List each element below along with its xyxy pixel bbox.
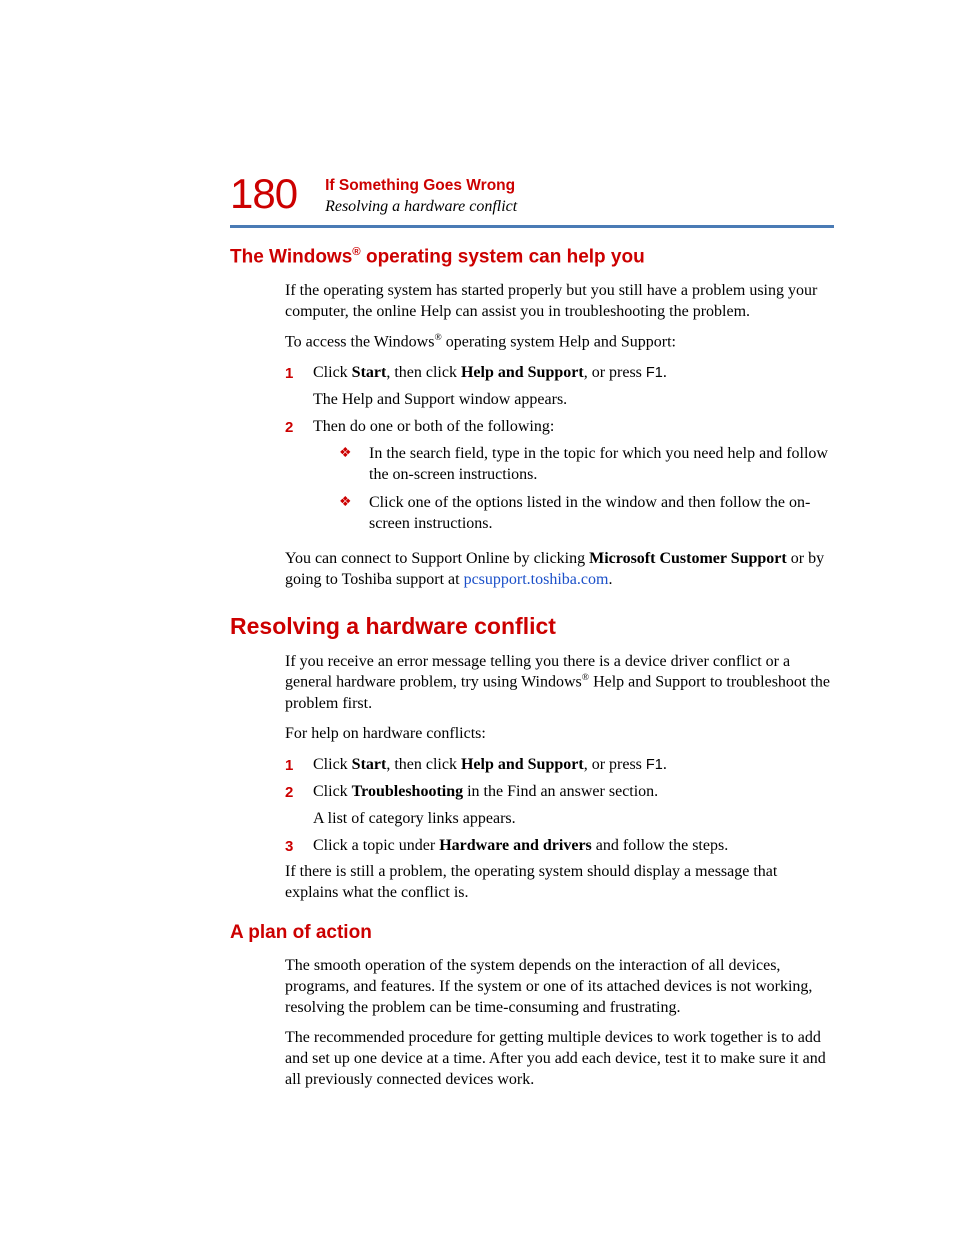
step-body: Click Troubleshooting in the Find an ans…: [313, 782, 834, 830]
bold-text: Troubleshooting: [352, 783, 463, 800]
chapter-title: If Something Goes Wrong: [325, 177, 517, 196]
numbered-list: 1 Click Start, then click Help and Suppo…: [285, 755, 834, 856]
bullet-list: ❖ In the search field, type in the topic…: [339, 444, 834, 535]
header-rule: [230, 225, 834, 228]
heading-windows-help: The Windows® operating system can help y…: [230, 246, 834, 268]
list-item: 2 Then do one or both of the following: …: [285, 417, 834, 543]
bold-text: Help and Support: [461, 756, 584, 773]
text: and follow the steps.: [592, 837, 728, 854]
paragraph: The recommended procedure for getting mu…: [285, 1028, 834, 1090]
bold-text: Start: [352, 364, 387, 381]
section-2-body: If you receive an error message telling …: [285, 652, 834, 904]
key-label: F1: [646, 757, 663, 773]
text: To access the Windows: [285, 334, 434, 351]
text: Click: [313, 783, 352, 800]
step-result: The Help and Support window appears.: [313, 390, 834, 411]
paragraph: For help on hardware conflicts:: [285, 724, 834, 745]
registered-mark: ®: [352, 246, 360, 258]
text: Click a topic under: [313, 837, 439, 854]
text: , or press: [584, 756, 646, 773]
step-number: 2: [285, 417, 313, 543]
header-section-title: Resolving a hardware conflict: [325, 197, 517, 218]
step-number: 1: [285, 755, 313, 776]
paragraph: You can connect to Support Online by cli…: [285, 549, 834, 591]
list-item: 1 Click Start, then click Help and Suppo…: [285, 755, 834, 776]
bold-text: Help and Support: [461, 364, 584, 381]
step-body: Then do one or both of the following: ❖ …: [313, 417, 834, 543]
step-number: 2: [285, 782, 313, 830]
heading-plan-of-action: A plan of action: [230, 922, 834, 944]
page-number: 180: [230, 173, 297, 215]
paragraph: To access the Windows® operating system …: [285, 332, 834, 353]
bullet-text: Click one of the options listed in the w…: [369, 493, 834, 535]
list-item: ❖ In the search field, type in the topic…: [339, 444, 834, 486]
text: .: [663, 756, 667, 773]
heading-resolving-conflict: Resolving a hardware conflict: [230, 613, 834, 640]
section-1-body: If the operating system has started prop…: [285, 281, 834, 591]
text: .: [608, 571, 612, 588]
document-page: 180 If Something Goes Wrong Resolving a …: [0, 0, 954, 1201]
heading-text-pre: The Windows: [230, 247, 352, 268]
step-result: A list of category links appears.: [313, 809, 834, 830]
step-number: 1: [285, 363, 313, 411]
list-item: 3 Click a topic under Hardware and drive…: [285, 836, 834, 857]
text: in the Find an answer section.: [463, 783, 658, 800]
text: Click: [313, 756, 352, 773]
step-body: Click Start, then click Help and Support…: [313, 363, 834, 411]
text: .: [663, 364, 667, 381]
bold-text: Start: [352, 756, 387, 773]
diamond-bullet-icon: ❖: [339, 444, 369, 486]
registered-mark: ®: [582, 672, 589, 683]
text: , then click: [386, 364, 461, 381]
step-number: 3: [285, 836, 313, 857]
registered-mark: ®: [434, 332, 441, 343]
numbered-list: 1 Click Start, then click Help and Suppo…: [285, 363, 834, 543]
bold-text: Microsoft Customer Support: [589, 550, 787, 567]
paragraph: If the operating system has started prop…: [285, 281, 834, 323]
bullet-text: In the search field, type in the topic f…: [369, 444, 834, 486]
key-label: F1: [646, 365, 663, 381]
section-3-body: The smooth operation of the system depen…: [285, 956, 834, 1091]
step-body: Click Start, then click Help and Support…: [313, 755, 834, 776]
text: operating system Help and Support:: [442, 334, 676, 351]
list-item: 2 Click Troubleshooting in the Find an a…: [285, 782, 834, 830]
list-item: ❖ Click one of the options listed in the…: [339, 493, 834, 535]
text: Then do one or both of the following:: [313, 418, 554, 435]
text: , or press: [584, 364, 646, 381]
text: You can connect to Support Online by cli…: [285, 550, 589, 567]
diamond-bullet-icon: ❖: [339, 493, 369, 535]
text: Click: [313, 364, 352, 381]
heading-text-post: operating system can help you: [361, 247, 645, 268]
text: , then click: [386, 756, 461, 773]
paragraph: The smooth operation of the system depen…: [285, 956, 834, 1018]
list-item: 1 Click Start, then click Help and Suppo…: [285, 363, 834, 411]
step-body: Click a topic under Hardware and drivers…: [313, 836, 834, 857]
page-header: 180 If Something Goes Wrong Resolving a …: [230, 175, 834, 217]
paragraph: If there is still a problem, the operati…: [285, 862, 834, 904]
paragraph: If you receive an error message telling …: [285, 652, 834, 715]
support-link[interactable]: pcsupport.toshiba.com: [464, 571, 609, 588]
header-text-block: If Something Goes Wrong Resolving a hard…: [325, 175, 517, 217]
bold-text: Hardware and drivers: [439, 837, 592, 854]
